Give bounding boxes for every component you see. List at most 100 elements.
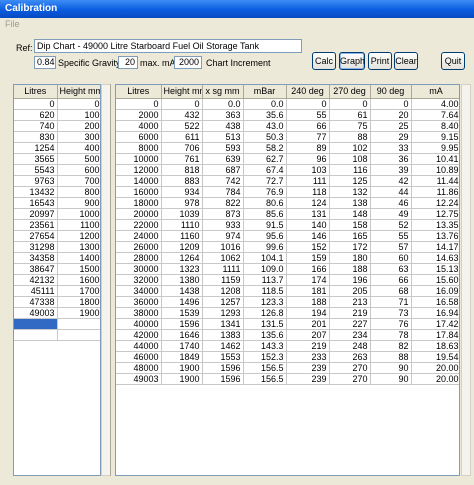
table-cell[interactable]: 522 — [161, 120, 203, 132]
table-cell[interactable]: 152 — [286, 241, 330, 253]
table-cell[interactable]: 0 — [161, 98, 203, 110]
table-cell[interactable]: 85.6 — [243, 208, 287, 220]
table-cell[interactable]: 113.7 — [243, 274, 287, 286]
table-cell[interactable]: 24000 — [116, 230, 162, 242]
table-cell[interactable]: 49003 — [14, 307, 58, 319]
table-cell[interactable]: 73 — [370, 307, 412, 319]
graph-button[interactable]: Graph — [339, 52, 365, 70]
table-cell[interactable]: 201 — [286, 318, 330, 330]
table-cell[interactable]: 818 — [161, 164, 203, 176]
table-cell[interactable]: 1208 — [202, 285, 244, 297]
table-cell[interactable]: 1300 — [57, 241, 100, 253]
table-cell[interactable]: 22000 — [116, 219, 162, 231]
table-cell[interactable]: 16.09 — [411, 285, 459, 297]
table-cell[interactable]: 31298 — [14, 241, 58, 253]
table-cell[interactable]: 0 — [57, 98, 100, 110]
table-cell[interactable]: 822 — [202, 197, 244, 209]
print-button[interactable]: Print — [368, 52, 392, 70]
table-cell[interactable]: 12.75 — [411, 208, 459, 220]
clear-button[interactable]: Clear — [394, 52, 418, 70]
table-cell[interactable]: 82 — [370, 340, 412, 352]
table-cell[interactable]: 10.89 — [411, 164, 459, 176]
table-cell[interactable]: 1264 — [161, 252, 203, 264]
table-cell[interactable]: 61 — [329, 109, 371, 121]
table-cell[interactable]: 143.3 — [243, 340, 287, 352]
table-cell[interactable]: 76.9 — [243, 186, 287, 198]
table-cell[interactable]: 219 — [286, 340, 330, 352]
table-cell[interactable]: 49 — [370, 208, 412, 220]
table-cell[interactable]: 55 — [286, 109, 330, 121]
table-cell[interactable]: 159 — [286, 252, 330, 264]
table-cell[interactable]: 42132 — [14, 274, 58, 286]
table-cell[interactable]: 12000 — [116, 164, 162, 176]
table-cell[interactable]: 1257 — [202, 296, 244, 308]
table-cell[interactable]: 239 — [286, 362, 330, 374]
table-cell[interactable]: 103 — [286, 164, 330, 176]
table-cell[interactable]: 1600 — [57, 274, 100, 286]
table-cell[interactable]: 742 — [202, 175, 244, 187]
table-cell[interactable]: 1111 — [202, 263, 244, 275]
table-cell[interactable]: 43.0 — [243, 120, 287, 132]
table-cell[interactable]: 432 — [161, 109, 203, 121]
table-cell[interactable]: 35.6 — [243, 109, 287, 121]
table-cell[interactable]: 34358 — [14, 252, 58, 264]
table-cell[interactable]: 761 — [161, 153, 203, 165]
table-cell[interactable]: 71 — [370, 296, 412, 308]
table-cell[interactable]: 700 — [57, 175, 100, 187]
table-cell[interactable]: 75 — [329, 120, 371, 132]
table-cell[interactable]: 28000 — [116, 252, 162, 264]
table-cell[interactable]: 1254 — [14, 142, 58, 154]
table-cell[interactable]: 1800 — [57, 296, 100, 308]
table-cell[interactable]: 138 — [329, 197, 371, 209]
table-cell[interactable]: 39 — [370, 164, 412, 176]
table-cell[interactable]: 68 — [370, 285, 412, 297]
table-cell[interactable]: 1900 — [161, 362, 203, 374]
table-cell[interactable]: 99.6 — [243, 241, 287, 253]
table-cell[interactable]: 33 — [370, 142, 412, 154]
table-cell[interactable]: 108 — [329, 153, 371, 165]
table-cell[interactable]: 1553 — [202, 351, 244, 363]
table-cell[interactable]: 1740 — [161, 340, 203, 352]
table-cell[interactable]: 1700 — [57, 285, 100, 297]
table-cell[interactable]: 200 — [57, 120, 100, 132]
table-cell[interactable]: 63 — [370, 263, 412, 275]
table-cell[interactable]: 111 — [286, 175, 330, 187]
table-cell[interactable]: 687 — [202, 164, 244, 176]
table-cell[interactable]: 152.3 — [243, 351, 287, 363]
table-cell[interactable]: 1539 — [161, 307, 203, 319]
table-cell[interactable]: 11.44 — [411, 175, 459, 187]
table-cell[interactable]: 123.3 — [243, 296, 287, 308]
table-cell[interactable]: 1100 — [57, 219, 100, 231]
table-cell[interactable]: 11.86 — [411, 186, 459, 198]
table-cell[interactable]: 38000 — [116, 307, 162, 319]
table-cell[interactable]: 90 — [370, 362, 412, 374]
table-cell[interactable]: 88 — [329, 131, 371, 143]
table-cell[interactable]: 219 — [329, 307, 371, 319]
chart-increment-field[interactable]: 2000 — [174, 56, 202, 69]
table-cell[interactable]: 44000 — [116, 340, 162, 352]
table-cell[interactable]: 1496 — [161, 296, 203, 308]
table-cell[interactable]: 25 — [370, 120, 412, 132]
table-cell[interactable]: 20997 — [14, 208, 58, 220]
table-cell[interactable]: 20 — [370, 109, 412, 121]
results-grid[interactable]: LitresHeight mmx sg mmmBar240 deg270 deg… — [115, 84, 460, 476]
table-cell[interactable]: 0 — [286, 98, 330, 110]
table-cell[interactable]: 1160 — [161, 230, 203, 242]
table-cell[interactable]: 27654 — [14, 230, 58, 242]
table-cell[interactable]: 126.8 — [243, 307, 287, 319]
table-cell[interactable]: 16.58 — [411, 296, 459, 308]
table-cell[interactable]: 4000 — [116, 120, 162, 132]
table-cell[interactable]: 363 — [202, 109, 244, 121]
table-cell[interactable]: 131 — [286, 208, 330, 220]
menu-file[interactable]: File — [5, 19, 20, 29]
table-cell[interactable]: 72.7 — [243, 175, 287, 187]
table-cell[interactable]: 1293 — [202, 307, 244, 319]
table-cell[interactable]: 58.2 — [243, 142, 287, 154]
table-cell[interactable]: 14000 — [116, 175, 162, 187]
table-cell[interactable]: 1596 — [161, 318, 203, 330]
table-cell[interactable]: 15.60 — [411, 274, 459, 286]
table-cell[interactable]: 1849 — [161, 351, 203, 363]
table-cell[interactable]: 104.1 — [243, 252, 287, 264]
table-cell[interactable]: 205 — [329, 285, 371, 297]
table-cell[interactable]: 29 — [370, 131, 412, 143]
